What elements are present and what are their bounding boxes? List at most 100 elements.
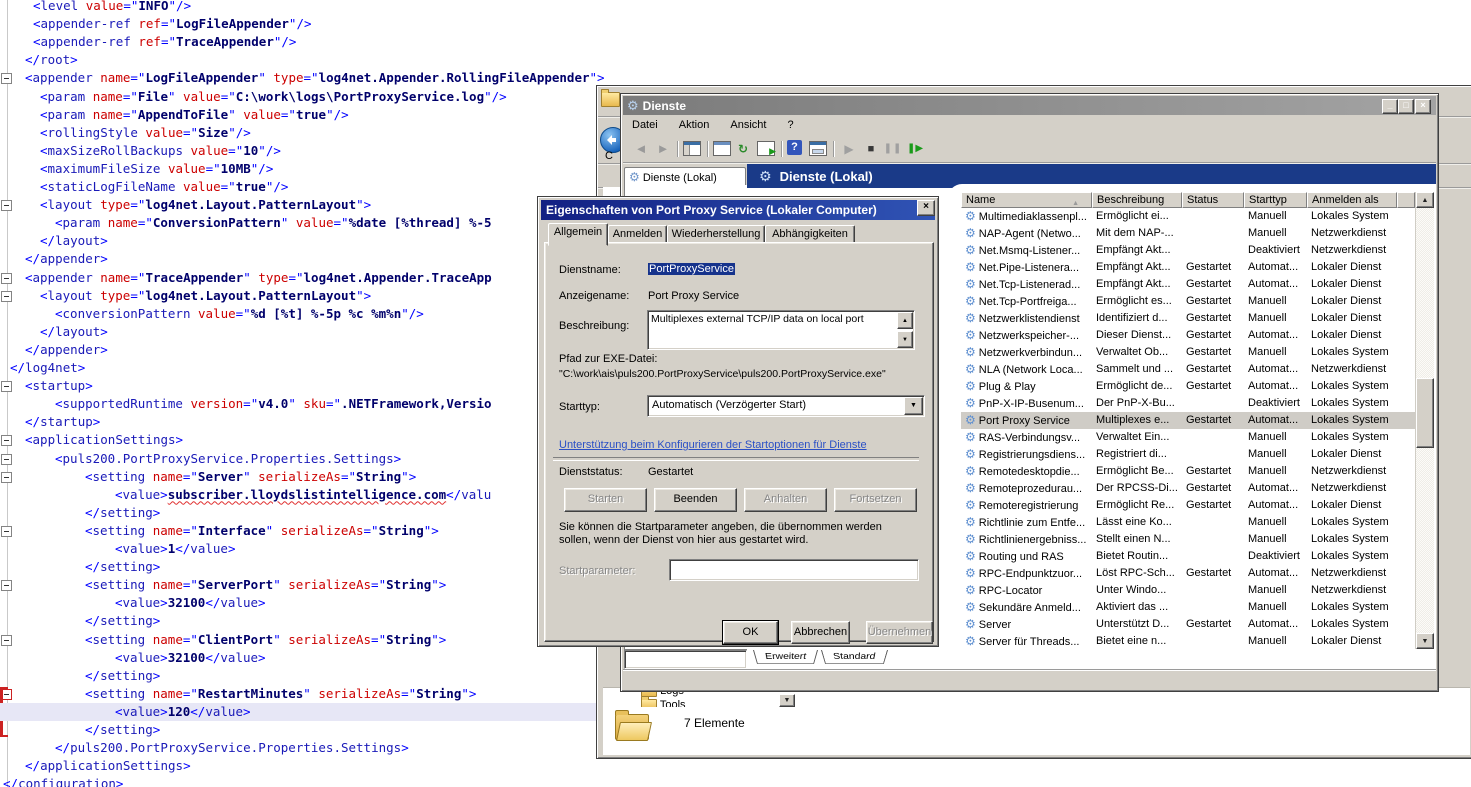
service-row[interactable]: ⚙Net.Msmq-Listener...Empfängt Akt...Deak… — [961, 242, 1415, 259]
column-header-Name[interactable]: Name▲ — [961, 192, 1092, 208]
menu-ansicht[interactable]: Ansicht — [721, 115, 775, 131]
code-line: <staticLogFileName value="true"/> — [0, 178, 640, 196]
service-row[interactable]: ⚙Routing und RASBietet Routin...Deaktivi… — [961, 548, 1415, 565]
service-row[interactable]: ⚙Multimediaklassenpl...Ermöglicht ei...M… — [961, 208, 1415, 225]
service-logon: Lokales System — [1307, 514, 1397, 531]
starten-button[interactable]: Starten — [564, 488, 647, 512]
service-row[interactable]: ⚙RPC-Endpunktzuor...Löst RPC-Sch...Gesta… — [961, 565, 1415, 582]
service-description: Sammelt und ... — [1092, 361, 1182, 378]
service-status: Gestartet — [1182, 565, 1244, 582]
column-header-Beschreibung[interactable]: Beschreibung — [1092, 192, 1182, 208]
back-icon[interactable]: ◄ — [631, 140, 651, 158]
services-titlebar[interactable]: ⚙Dienste _ □ × — [623, 96, 1436, 115]
beschreibung-textbox[interactable]: Multiplexes external TCP/IP data on loca… — [647, 310, 915, 350]
dialog-titlebar[interactable]: Eigenschaften von Port Proxy Service (Lo… — [541, 200, 935, 220]
help-icon[interactable]: ? — [787, 140, 802, 155]
service-row[interactable]: ⚙NAP-Agent (Netwo...Mit dem NAP-...Manue… — [961, 225, 1415, 242]
scroll-up-button[interactable]: ▲ — [1416, 192, 1434, 208]
export-list-icon[interactable]: ▶ — [757, 141, 775, 156]
abbrechen-button[interactable]: Abbrechen — [791, 621, 850, 644]
service-row[interactable]: ⚙RemoteregistrierungErmöglicht Re...Gest… — [961, 497, 1415, 514]
service-name: ⚙RAS-Verbindungsv... — [961, 429, 1092, 446]
restart-service-icon[interactable]: ❚▶ — [905, 140, 925, 158]
service-row[interactable]: ⚙Remoteprozedurau...Der RPCSS-Di...Gesta… — [961, 480, 1415, 497]
service-gear-icon: ⚙ — [965, 311, 976, 325]
code-line: <param name="File" value="C:\work\logs\P… — [0, 88, 640, 106]
scrollbar-thumb[interactable] — [1416, 378, 1434, 448]
service-row[interactable]: ⚙Port Proxy ServiceMultiplexes e...Gesta… — [961, 412, 1415, 429]
service-logon: Lokaler Dienst — [1307, 633, 1397, 649]
scroll-down-icon[interactable]: ▼ — [897, 331, 913, 348]
menu-aktion[interactable]: Aktion — [670, 115, 719, 131]
startoptions-help-link[interactable]: Unterstützung beim Konfigurieren der Sta… — [559, 439, 867, 451]
service-row[interactable]: ⚙NetzwerklistendienstIdentifiziert d...G… — [961, 310, 1415, 327]
filler — [1397, 633, 1415, 649]
code-line: <rollingStyle value="Size"/> — [0, 124, 640, 142]
filler — [1397, 208, 1415, 225]
dialog-close-button[interactable]: × — [917, 200, 935, 216]
dienstname-value[interactable]: PortProxyService — [648, 263, 735, 275]
ok-button[interactable]: OK — [723, 621, 778, 644]
service-row[interactable]: ⚙Net.Pipe-Listenera...Empfängt Akt...Ges… — [961, 259, 1415, 276]
pause-service-icon[interactable]: ❚❚ — [883, 140, 903, 158]
chevron-down-icon[interactable]: ▼ — [904, 397, 923, 415]
column-header-Anmelden als[interactable]: Anmelden als — [1307, 192, 1397, 208]
maximize-button[interactable]: □ — [1398, 99, 1414, 114]
tab-erweitert[interactable]: Erweitert — [753, 650, 818, 664]
service-row[interactable]: ⚙Remotedesktopdie...Ermöglicht Be...Gest… — [961, 463, 1415, 480]
service-row[interactable]: ⚙NLA (Network Loca...Sammelt und ...Gest… — [961, 361, 1415, 378]
startparameter-input[interactable] — [669, 559, 919, 581]
scroll-up-icon[interactable]: ▲ — [897, 312, 913, 329]
service-row[interactable]: ⚙Richtlinienergebniss...Stellt einen N..… — [961, 531, 1415, 548]
forward-icon[interactable]: ► — [653, 140, 673, 158]
menu-hilfe[interactable]: ? — [779, 115, 803, 131]
properties-dialog[interactable]: Eigenschaften von Port Proxy Service (Lo… — [537, 196, 939, 647]
combo-dropdown-button[interactable]: ▼ — [779, 694, 795, 707]
tab-dienste-lokal[interactable]: ⚙ Dienste (Lokal) — [624, 167, 746, 186]
refresh-icon[interactable]: ↻ — [733, 140, 753, 158]
beenden-button[interactable]: Beenden — [654, 488, 737, 512]
fortsetzen-button[interactable]: Fortsetzen — [834, 488, 917, 512]
starttyp-combobox[interactable]: Automatisch (Verzögerter Start) ▼ — [647, 395, 925, 417]
start-service-icon[interactable]: ▶ — [839, 140, 859, 158]
service-row[interactable]: ⚙Netzwerkspeicher-...Dieser Dienst...Ges… — [961, 327, 1415, 344]
anhalten-button[interactable]: Anhalten — [744, 488, 827, 512]
properties-icon[interactable] — [713, 141, 731, 156]
anzeigename-label: Anzeigename: — [559, 290, 629, 302]
scroll-down-button[interactable]: ▼ — [1416, 633, 1434, 649]
service-row[interactable]: ⚙Registrierungsdiens...Registriert di...… — [961, 446, 1415, 463]
column-header-Starttyp[interactable]: Starttyp — [1244, 192, 1307, 208]
service-description: Verwaltet Ein... — [1092, 429, 1182, 446]
tab-allgemein[interactable]: Allgemein — [548, 223, 608, 246]
service-row[interactable]: ⚙Plug & PlayErmöglicht de...GestartetAut… — [961, 378, 1415, 395]
services-scrollbar[interactable]: ▲ ▼ — [1415, 192, 1434, 649]
services-list[interactable]: ⚙Multimediaklassenpl...Ermöglicht ei...M… — [961, 208, 1415, 649]
filler — [1397, 480, 1415, 497]
minimize-button[interactable]: _ — [1382, 99, 1398, 114]
service-logon: Lokaler Dienst — [1307, 259, 1397, 276]
filler — [1397, 446, 1415, 463]
column-header-Status[interactable]: Status — [1182, 192, 1244, 208]
service-row[interactable]: ⚙Net.Tcp-Portfreiga...Ermöglicht es...Ge… — [961, 293, 1415, 310]
service-description: Lässt eine Ko... — [1092, 514, 1182, 531]
close-button[interactable]: × — [1415, 99, 1431, 114]
service-row[interactable]: ⚙PnP-X-IP-Busenum...Der PnP-X-Bu...Deakt… — [961, 395, 1415, 412]
service-name: ⚙Net.Pipe-Listenera... — [961, 259, 1092, 276]
extended-view-icon[interactable] — [809, 141, 827, 156]
uebernehmen-button[interactable]: Übernehmen — [866, 621, 933, 644]
show-tree-icon[interactable] — [683, 141, 701, 156]
service-row[interactable]: ⚙Net.Tcp-Listenerad...Empfängt Akt...Ges… — [961, 276, 1415, 293]
service-row[interactable]: ⚙RAS-Verbindungsv...Verwaltet Ein...Manu… — [961, 429, 1415, 446]
service-logon: Netzwerkdienst — [1307, 225, 1397, 242]
service-row[interactable]: ⚙Netzwerkverbindun...Verwaltet Ob...Gest… — [961, 344, 1415, 361]
stop-service-icon[interactable]: ■ — [861, 140, 881, 158]
code-line: <param name="AppendToFile" value="true"/… — [0, 106, 640, 124]
service-row[interactable]: ⚙Richtlinie zum Entfe...Lässt eine Ko...… — [961, 514, 1415, 531]
service-row[interactable]: ⚙Server für Threads...Bietet eine n...Ma… — [961, 633, 1415, 649]
menu-datei[interactable]: Datei — [623, 115, 667, 131]
service-row[interactable]: ⚙ServerUnterstützt D...GestartetAutomat.… — [961, 616, 1415, 633]
service-row[interactable]: ⚙RPC-LocatorUnter Windo...ManuellNetzwer… — [961, 582, 1415, 599]
code-line: </root> — [0, 51, 640, 69]
tab-standard[interactable]: Standard — [821, 650, 888, 664]
service-row[interactable]: ⚙Sekundäre Anmeld...Aktiviert das ...Man… — [961, 599, 1415, 616]
